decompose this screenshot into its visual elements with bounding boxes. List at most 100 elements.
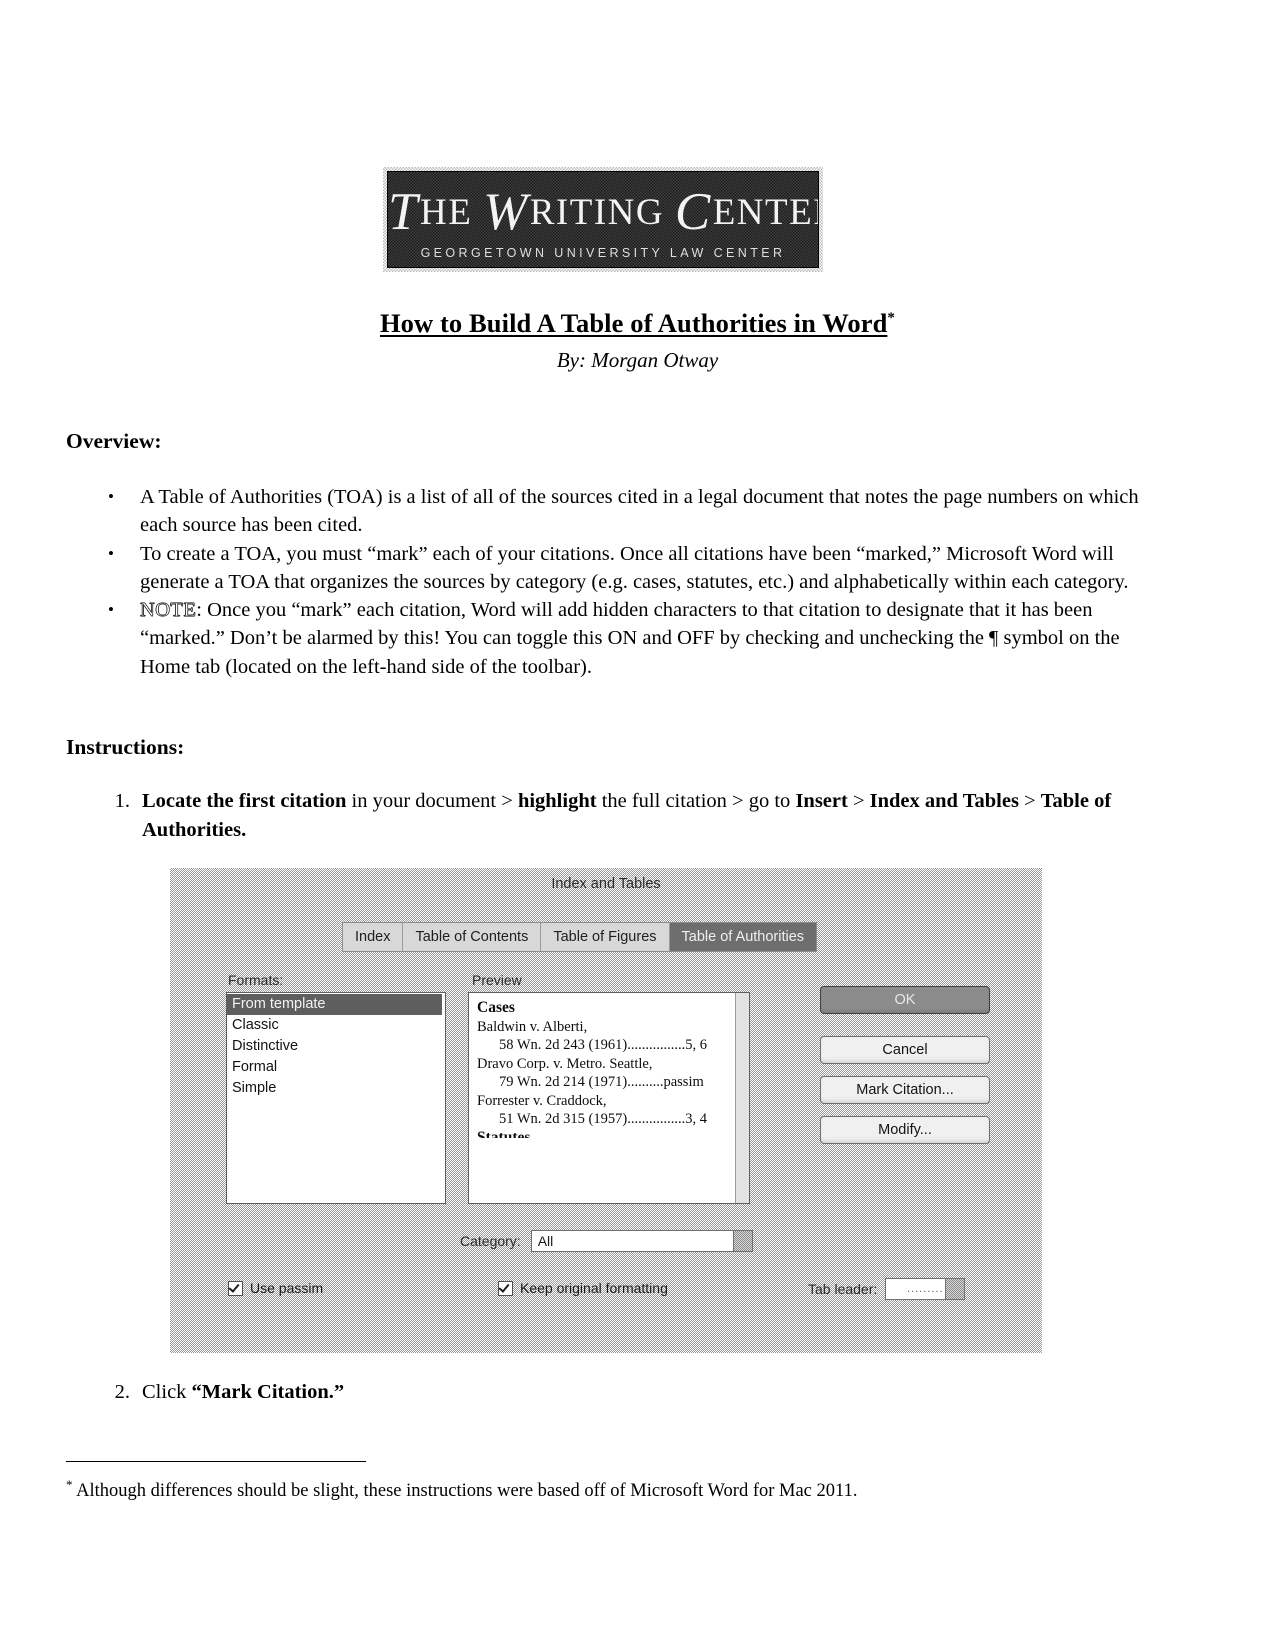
step2-bold: “Mark Citation.” [191, 1381, 345, 1403]
bullet-text: A Table of Authorities (TOA) is a list o… [140, 486, 1139, 537]
step1-part7: Index and Tables [869, 790, 1019, 812]
preview-cite-pages: 5, 6 [685, 1037, 707, 1053]
category-value: All [537, 1233, 554, 1249]
use-passim-label: Use passim [250, 1280, 324, 1296]
tab-table-of-figures[interactable]: Table of Figures [541, 923, 670, 951]
tab-leader-value: ......... [907, 1283, 944, 1295]
preview-case-citation: 51 Wn. 2d 315 (1957)................3, 4 [477, 1110, 729, 1129]
step-text: Locate the first citation in your docume… [142, 787, 1140, 844]
format-option-classic[interactable]: Classic [226, 1015, 442, 1036]
footnote-marker: * [66, 1477, 73, 1492]
preview-cite-leader: ................ [627, 1111, 686, 1127]
bullet-marker: • [108, 600, 114, 620]
step1-part6: > [847, 790, 870, 812]
dialog-options-row: Use passim Keep original formatting Tab … [170, 1278, 1042, 1304]
title-footnote-marker: * [887, 310, 896, 327]
step1-part8: > [1018, 790, 1041, 812]
dialog-title: Index and Tables [551, 876, 661, 892]
list-item: • To create a TOA, you must “mark” each … [100, 540, 1140, 597]
category-select[interactable]: All [530, 1230, 753, 1252]
list-item: 2. Click “Mark Citation.” [100, 1378, 1140, 1407]
format-option-simple[interactable]: Simple [226, 1078, 442, 1099]
formats-options[interactable]: From template Classic Distinctive Formal… [226, 994, 442, 1099]
tab-leader-label: Tab leader: [808, 1281, 878, 1297]
preview-case-name: Dravo Corp. v. Metro. Seattle, [477, 1055, 653, 1072]
tab-leader-select[interactable]: ......... [885, 1278, 966, 1300]
page-title-text: How to Build A Table of Authorities in W… [379, 308, 888, 338]
step2-plain: Click [142, 1381, 192, 1403]
checkbox-icon[interactable] [498, 1280, 513, 1296]
bullet-marker: • [108, 543, 114, 563]
preview-cite-leader: ................ [627, 1037, 686, 1053]
preview-cite-leader: .......... [627, 1074, 664, 1090]
cancel-button[interactable]: Cancel [820, 1036, 990, 1064]
category-row: Category: All [460, 1230, 753, 1252]
keep-original-formatting-label: Keep original formatting [520, 1280, 668, 1296]
category-label: Category: [460, 1233, 521, 1249]
tab-table-of-contents[interactable]: Table of Contents [403, 923, 542, 951]
preview-case-citation: 79 Wn. 2d 214 (1971)..........passim [477, 1073, 729, 1092]
use-passim-option[interactable]: Use passim [228, 1280, 323, 1296]
overview-bullet-list: • A Table of Authorities (TOA) is a list… [100, 483, 1140, 681]
instruction-step-2: 2. Click “Mark Citation.” [100, 1378, 1140, 1407]
ok-button[interactable]: OK [820, 986, 990, 1014]
bullet-marker: • [108, 487, 114, 506]
footnote-text: Although differences should be slight, t… [76, 1481, 858, 1502]
mark-citation-button[interactable]: Mark Citation... [820, 1076, 990, 1104]
format-option-formal[interactable]: Formal [226, 1057, 442, 1078]
preview-cite-text: 79 Wn. 2d 214 (1971) [499, 1074, 628, 1090]
step1-part2: in your document > [346, 790, 518, 812]
preview-pane: Cases Baldwin v. Alberti, 58 Wn. 2d 243 … [468, 992, 750, 1204]
step-number: 1. [114, 790, 130, 812]
chevron-down-icon[interactable] [732, 1230, 753, 1252]
step1-part5: Insert [795, 790, 848, 812]
logo-title-text: THE WRITING CENTER [388, 183, 818, 241]
preview-cite-pages: passim [663, 1074, 704, 1090]
keep-original-formatting-option[interactable]: Keep original formatting [498, 1280, 668, 1296]
chevron-down-icon[interactable] [945, 1278, 966, 1300]
list-item: • NOTE: Once you “mark” each citation, W… [100, 596, 1140, 681]
footnote-separator [66, 1461, 366, 1462]
preview-cite-text: 58 Wn. 2d 243 (1961) [499, 1037, 628, 1053]
logo-banner: THE WRITING CENTER GEORGETOWN UNIVERSITY… [387, 171, 819, 268]
step1-part3: highlight [517, 790, 597, 812]
tab-table-of-authorities[interactable]: Table of Authorities [669, 923, 817, 951]
document-page: THE WRITING CENTER GEORGETOWN UNIVERSITY… [0, 0, 1275, 1650]
step-text: Click “Mark Citation.” [142, 1378, 1140, 1407]
preview-scrollbar[interactable] [735, 993, 749, 1203]
format-option-distinctive[interactable]: Distinctive [226, 1036, 442, 1057]
preview-heading-cases: Cases [477, 999, 515, 1016]
preview-case-name: Baldwin v. Alberti, [477, 1018, 588, 1035]
step1-part4: the full citation > go to [596, 790, 796, 812]
tab-index[interactable]: Index [343, 923, 404, 951]
step1-part1: Locate the first citation [142, 790, 347, 812]
footnote: * Although differences should be slight,… [66, 1473, 1126, 1503]
dialog-tab-bar: Index Table of Contents Table of Figures… [342, 922, 818, 952]
preview-label: Preview [472, 972, 522, 988]
note-body: : Once you “mark” each citation, Word wi… [140, 599, 1120, 678]
format-option-from-template[interactable]: From template [226, 994, 442, 1015]
preview-case-citation: 58 Wn. 2d 243 (1961)................5, 6 [477, 1036, 729, 1055]
preview-content: Cases Baldwin v. Alberti, 58 Wn. 2d 243 … [469, 993, 735, 1138]
tab-leader-group: Tab leader: ......... [808, 1278, 966, 1300]
logo-subtitle-text: GEORGETOWN UNIVERSITY LAW CENTER [420, 246, 786, 260]
preview-cite-text: 51 Wn. 2d 315 (1957) [499, 1111, 628, 1127]
page-title: How to Build A Table of Authorities in W… [0, 308, 1275, 339]
bullet-text: To create a TOA, you must “mark” each of… [140, 542, 1129, 593]
byline: By: Morgan Otway [556, 348, 719, 372]
checkbox-icon[interactable] [228, 1280, 243, 1296]
writing-center-logo: THE WRITING CENTER GEORGETOWN UNIVERSITY… [383, 167, 823, 272]
instructions-heading: Instructions: [66, 735, 185, 759]
preview-case-name: Forrester v. Craddock, [477, 1092, 607, 1109]
preview-heading-statutes: Statutes [477, 1128, 531, 1138]
step-number: 2. [114, 1381, 130, 1403]
list-item: • A Table of Authorities (TOA) is a list… [100, 483, 1140, 540]
list-item: 1. Locate the first citation in your doc… [100, 787, 1140, 844]
bullet-text-note: NOTE: Once you “mark” each citation, Wor… [140, 596, 1140, 681]
formats-label: Formats: [228, 972, 284, 988]
index-and-tables-dialog-screenshot: Index and Tables Index Table of Contents… [170, 868, 1042, 1353]
overview-heading: Overview: [66, 429, 162, 453]
note-label: NOTE [140, 599, 197, 622]
modify-button[interactable]: Modify... [820, 1116, 990, 1144]
preview-cite-pages: 3, 4 [685, 1111, 707, 1127]
